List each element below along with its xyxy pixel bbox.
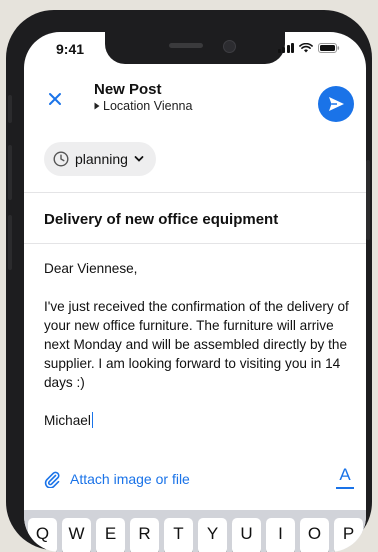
location-label: Location Vienna bbox=[103, 99, 193, 113]
signal-icon bbox=[277, 43, 294, 53]
send-icon bbox=[329, 97, 344, 111]
page-title: New Post bbox=[94, 81, 162, 98]
volume-up-button bbox=[8, 145, 12, 200]
camera bbox=[223, 40, 236, 53]
status-time: 9:41 bbox=[56, 41, 85, 57]
caret-right-icon bbox=[94, 102, 100, 110]
divider bbox=[24, 243, 366, 244]
message-body-field[interactable]: Dear Viennese, I've just received the co… bbox=[44, 259, 350, 430]
key-p[interactable]: P bbox=[334, 518, 363, 552]
status-chip-planning[interactable]: planning bbox=[44, 142, 156, 176]
phone-frame: 9:41 New Post Location Vienna planning D… bbox=[6, 10, 372, 552]
attach-label: Attach image or file bbox=[70, 471, 190, 487]
notch bbox=[105, 32, 285, 64]
key-e[interactable]: E bbox=[96, 518, 125, 552]
power-button bbox=[366, 160, 370, 240]
clock-icon bbox=[53, 151, 69, 167]
divider bbox=[24, 192, 366, 193]
attach-button[interactable]: Attach image or file bbox=[44, 470, 190, 488]
text-cursor bbox=[91, 412, 94, 428]
speaker bbox=[169, 43, 203, 48]
text-format-button[interactable]: A bbox=[336, 465, 354, 489]
status-icons bbox=[277, 43, 341, 53]
chevron-down-icon bbox=[134, 156, 144, 162]
subject-field[interactable]: Delivery of new office equipment bbox=[44, 211, 278, 228]
close-button[interactable] bbox=[44, 88, 66, 110]
key-y[interactable]: Y bbox=[198, 518, 227, 552]
text-format-icon: A bbox=[339, 465, 351, 484]
key-q[interactable]: Q bbox=[28, 518, 57, 552]
status-chip-label: planning bbox=[75, 151, 128, 167]
mute-switch bbox=[8, 95, 12, 123]
volume-down-button bbox=[8, 215, 12, 270]
screen: 9:41 New Post Location Vienna planning D… bbox=[24, 32, 366, 552]
key-r[interactable]: R bbox=[130, 518, 159, 552]
signature-text: Michael bbox=[44, 413, 91, 428]
keyboard-row: Q W E R T Y U I O P bbox=[28, 518, 363, 552]
key-w[interactable]: W bbox=[62, 518, 91, 552]
send-button[interactable] bbox=[318, 86, 354, 122]
paperclip-icon bbox=[44, 471, 60, 488]
signature-line: Michael bbox=[44, 411, 350, 430]
key-i[interactable]: I bbox=[266, 518, 295, 552]
greeting-text: Dear Viennese, bbox=[44, 261, 138, 276]
message-paragraph: I've just received the confirmation of t… bbox=[44, 299, 349, 390]
close-icon bbox=[49, 93, 61, 105]
key-t[interactable]: T bbox=[164, 518, 193, 552]
location-selector[interactable]: Location Vienna bbox=[94, 99, 192, 113]
wifi-icon bbox=[299, 43, 313, 53]
post-header: New Post Location Vienna bbox=[24, 74, 366, 124]
keyboard: Q W E R T Y U I O P bbox=[24, 510, 366, 552]
key-o[interactable]: O bbox=[300, 518, 329, 552]
battery-icon bbox=[318, 43, 340, 53]
key-u[interactable]: U bbox=[232, 518, 261, 552]
underline-bar bbox=[336, 487, 354, 489]
